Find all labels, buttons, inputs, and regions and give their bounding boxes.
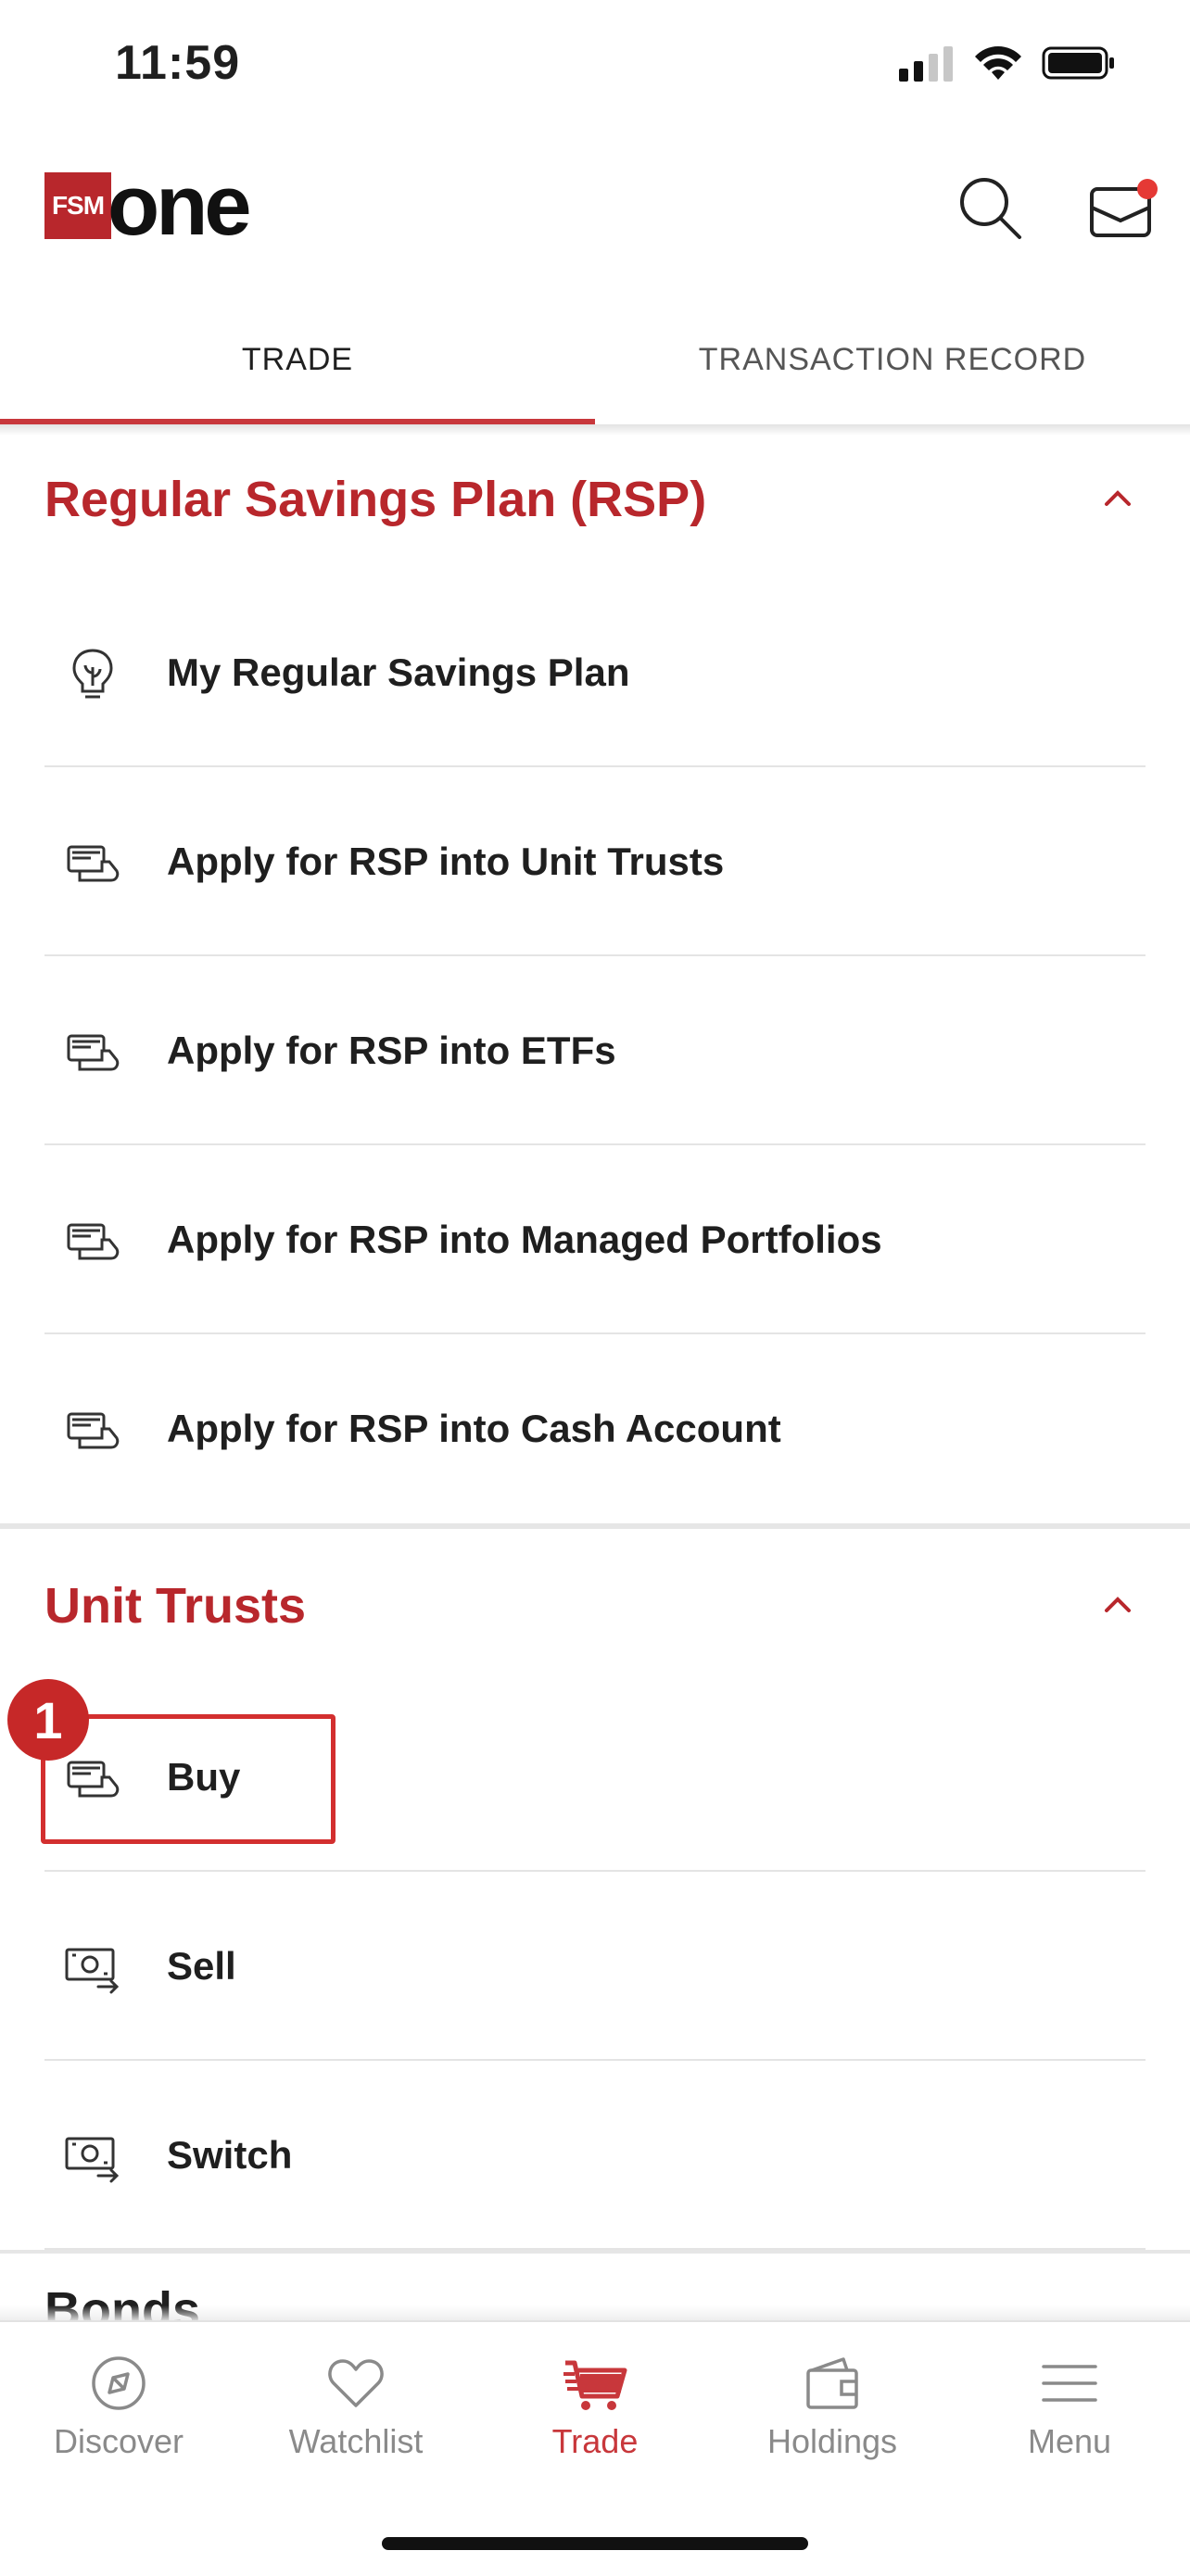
compass-icon [92, 2356, 146, 2410]
status-icons [899, 44, 1116, 82]
inbox-icon[interactable] [1086, 176, 1160, 241]
unit-trusts-item-switch[interactable]: Switch [44, 2063, 1146, 2250]
cash-hand-icon [67, 1223, 120, 1260]
list-item-label: Apply for RSP into Cash Account [167, 1407, 781, 1450]
cart-icon [563, 2360, 627, 2410]
search-icon[interactable] [955, 172, 1025, 243]
rsp-item-my-plan[interactable]: My Regular Savings Plan [44, 580, 1146, 767]
home-indicator [382, 2537, 808, 2550]
list-item-label: Apply for RSP into Managed Portfolios [167, 1218, 882, 1261]
wifi-icon [975, 46, 1021, 80]
section-title-rsp: Regular Savings Plan (RSP) [44, 472, 707, 527]
list-item-label: Switch [167, 2133, 293, 2177]
section-title-unit-trusts: Unit Trusts [44, 1578, 307, 1634]
rsp-item-unit-trusts[interactable]: Apply for RSP into Unit Trusts [44, 769, 1146, 956]
cash-hand-icon [67, 845, 120, 882]
cash-hand-icon [67, 1412, 120, 1449]
tabs-shadow [0, 424, 1190, 436]
nav-watchlist[interactable]: Watchlist [237, 2350, 475, 2489]
cash-hand-icon [67, 1034, 120, 1071]
wallet-icon [806, 2357, 858, 2409]
tab-transaction-record[interactable]: TRANSACTION RECORD [595, 297, 1190, 423]
fsmone-logo[interactable]: FSM one [44, 158, 252, 253]
tab-trade[interactable]: TRADE [0, 297, 595, 423]
chevron-up-icon[interactable] [1103, 484, 1133, 513]
list-item-label: Apply for RSP into ETFs [167, 1029, 616, 1072]
step-number-badge: 1 [7, 1679, 89, 1761]
list-item-label: Sell [167, 1944, 236, 1988]
nav-holdings[interactable]: Holdings [714, 2350, 951, 2489]
nav-discover[interactable]: Discover [0, 2350, 237, 2489]
unit-trusts-item-sell[interactable]: Sell [44, 1874, 1146, 2061]
list-item-label: Apply for RSP into Unit Trusts [167, 840, 725, 883]
chevron-up-icon[interactable] [1103, 1590, 1133, 1620]
rsp-item-managed-portfolios[interactable]: Apply for RSP into Managed Portfolios [44, 1147, 1146, 1334]
nav-label: Watchlist [288, 2422, 424, 2460]
hamburger-icon [1042, 2365, 1097, 2402]
money-transfer-icon [65, 1948, 120, 1994]
nav-menu[interactable]: Menu [951, 2350, 1188, 2489]
nav-trade[interactable]: Trade [476, 2350, 714, 2489]
nav-label: Discover [53, 2422, 184, 2460]
status-time: 11:59 [115, 36, 241, 90]
section-divider [0, 1523, 1190, 1529]
battery-icon [1042, 46, 1114, 80]
lightbulb-icon [72, 649, 113, 699]
rsp-item-etfs[interactable]: Apply for RSP into ETFs [44, 958, 1146, 1145]
heart-icon [328, 2359, 384, 2407]
rsp-item-cash-account[interactable]: Apply for RSP into Cash Account [44, 1336, 1146, 1523]
nav-label: Trade [551, 2422, 639, 2460]
nav-label: Holdings [766, 2422, 898, 2460]
section-divider [0, 2250, 1190, 2254]
nav-label: Menu [1027, 2422, 1112, 2460]
list-item-label: My Regular Savings Plan [167, 650, 630, 694]
cellular-signal-icon [899, 46, 953, 82]
logo-wordmark: one [108, 158, 252, 253]
trade-tabs: TRADE TRANSACTION RECORD [0, 297, 1190, 426]
logo-badge: FSM [44, 172, 111, 239]
money-transfer-icon [65, 2137, 120, 2183]
